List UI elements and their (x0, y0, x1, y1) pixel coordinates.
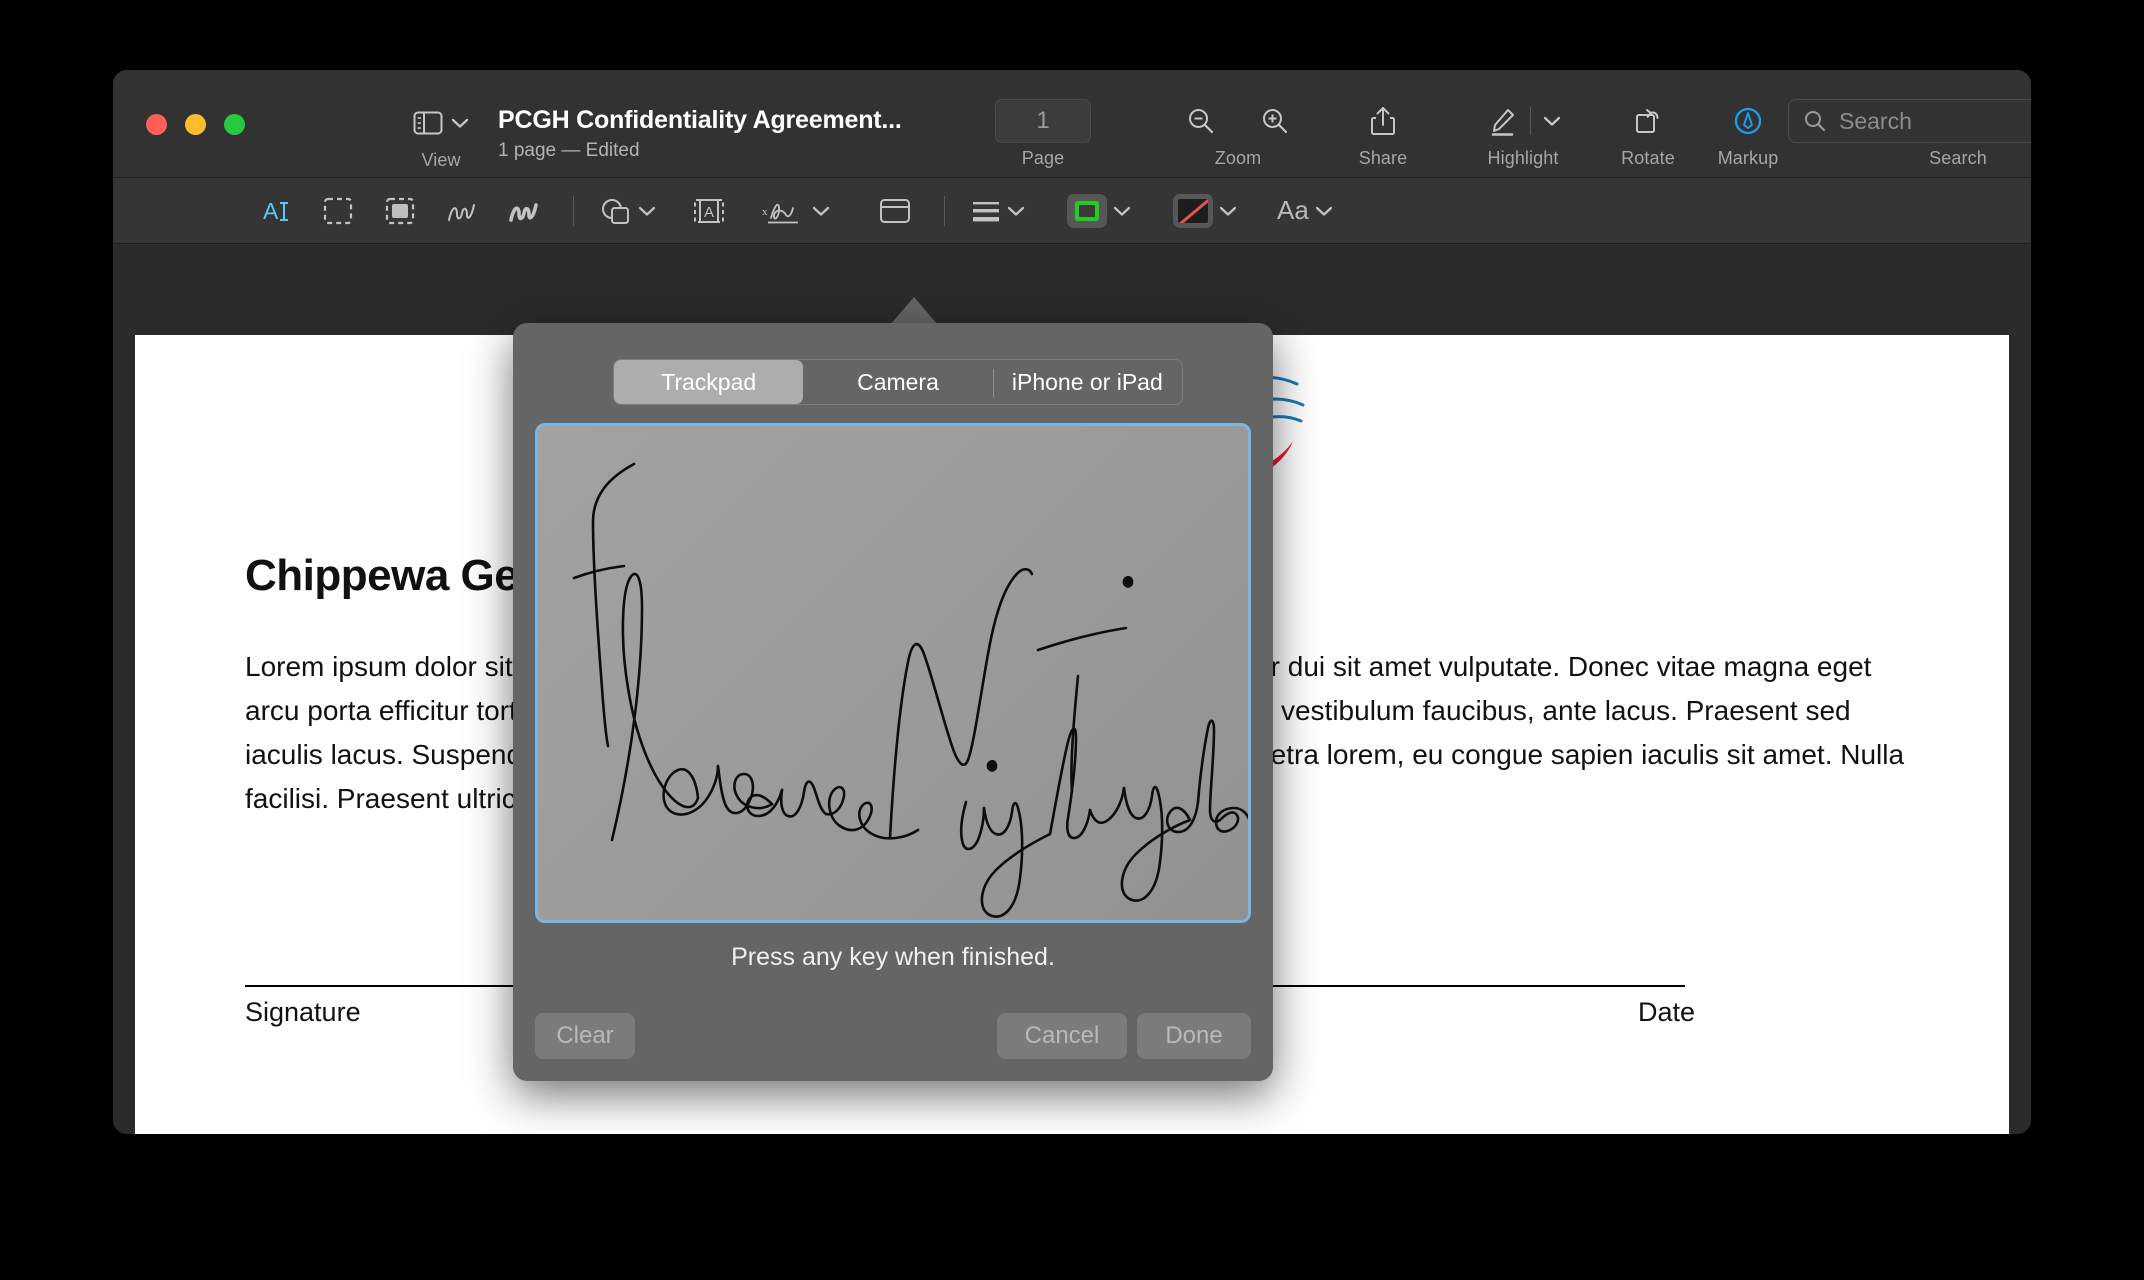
signature-drawing-pad[interactable] (535, 423, 1251, 923)
markup-toolbar-divider-2 (944, 195, 945, 226)
instant-alpha-tool[interactable] (377, 188, 423, 234)
document-title-block: PCGH Confidentiality Agreement... 1 page… (498, 106, 902, 162)
shape-style-tool[interactable] (971, 188, 1025, 234)
screen: View PCGH Confidentiality Agreement... 1… (0, 0, 2144, 1280)
chevron-down-icon[interactable] (1543, 115, 1561, 127)
clear-button[interactable]: Clear (535, 1013, 635, 1059)
zoom-in-icon[interactable] (1260, 106, 1290, 136)
date-label: Date (1637, 997, 1695, 1027)
tab-trackpad[interactable]: Trackpad (614, 360, 804, 404)
share-toolbar-group[interactable]: Share (1338, 100, 1428, 169)
search-icon (1803, 109, 1827, 133)
signature-capture-popover: Trackpad Camera iPhone or iPad Press any… (513, 323, 1273, 1081)
maximize-button[interactable] (224, 114, 245, 135)
signature-source-tabs: Trackpad Camera iPhone or iPad (613, 359, 1183, 405)
shapes-tool[interactable] (600, 188, 656, 234)
tab-iphone-or-ipad[interactable]: iPhone or iPad (992, 360, 1182, 404)
no-fill-swatch-icon[interactable] (1173, 193, 1213, 228)
cancel-button[interactable]: Cancel (997, 1013, 1127, 1059)
close-button[interactable] (146, 114, 167, 135)
tab-camera[interactable]: Camera (803, 360, 992, 404)
chevron-down-icon[interactable] (451, 117, 469, 129)
share-icon[interactable] (1369, 105, 1397, 137)
font-tool[interactable]: Aa (1277, 188, 1333, 234)
sidebar-icon[interactable] (413, 110, 443, 136)
page-toolbar-group: 1 Page (968, 99, 1118, 169)
note-tool[interactable] (872, 188, 918, 234)
green-swatch-icon[interactable] (1067, 193, 1107, 228)
page-number-input[interactable]: 1 (995, 99, 1091, 143)
minimize-button[interactable] (185, 114, 206, 135)
done-button[interactable]: Done (1137, 1013, 1251, 1059)
zoom-out-icon[interactable] (1186, 106, 1216, 136)
preview-window: View PCGH Confidentiality Agreement... 1… (113, 70, 2031, 1134)
chevron-down-icon[interactable] (1113, 205, 1131, 217)
chevron-down-icon[interactable] (638, 205, 656, 217)
view-toolbar-group[interactable]: View (413, 102, 469, 171)
markup-toolbar: A A x Aa (113, 178, 2031, 244)
search-label: Search (1929, 148, 1987, 168)
chevron-down-icon[interactable] (1007, 205, 1025, 217)
chevron-down-icon[interactable] (1315, 205, 1333, 217)
svg-text:A: A (704, 204, 714, 221)
signature-label: Signature (245, 997, 361, 1027)
search-input[interactable]: Search (1788, 99, 2031, 143)
document-status: 1 page — Edited (498, 140, 640, 161)
search-placeholder: Search (1839, 107, 1912, 134)
markup-label: Markup (1717, 148, 1779, 168)
fill-color-tool[interactable] (1173, 188, 1237, 234)
signature-ink (572, 462, 1248, 918)
share-label: Share (1358, 148, 1408, 168)
highlighter-pen-icon[interactable] (1486, 105, 1518, 137)
page-title: PCGH Confidentiality Agreement... (498, 106, 902, 134)
popover-arrow (890, 297, 938, 325)
search-toolbar-group: Search Search (1783, 99, 2031, 169)
sketch-tool[interactable] (439, 188, 485, 234)
chevron-down-icon[interactable] (812, 205, 830, 217)
highlight-label: Highlight (1487, 148, 1559, 168)
popover-hint: Press any key when finished. (731, 943, 1055, 971)
rotate-icon[interactable] (1632, 106, 1664, 136)
traffic-lights (146, 114, 245, 135)
zoom-toolbar-group: Zoom (1153, 100, 1323, 169)
svg-text:x: x (762, 206, 768, 218)
markup-toolbar-divider (573, 195, 574, 226)
rectangular-selection-tool[interactable] (315, 188, 361, 234)
view-label: View (421, 150, 461, 170)
page-label: Page (1021, 148, 1065, 168)
font-tool-label: Aa (1277, 195, 1309, 225)
draw-tool[interactable] (501, 188, 547, 234)
markup-pen-circle-icon[interactable] (1732, 105, 1764, 137)
chevron-down-icon[interactable] (1219, 205, 1237, 217)
toolbar-divider (1529, 107, 1531, 135)
rotate-label: Rotate (1621, 148, 1675, 168)
window-titlebar: View PCGH Confidentiality Agreement... 1… (113, 70, 2031, 178)
text-selection-tool[interactable]: A (253, 188, 299, 234)
text-tool[interactable]: A (686, 188, 732, 234)
border-color-tool[interactable] (1067, 188, 1131, 234)
svg-text:A: A (263, 198, 279, 224)
sign-tool[interactable]: x (762, 188, 830, 234)
zoom-label: Zoom (1214, 148, 1262, 168)
